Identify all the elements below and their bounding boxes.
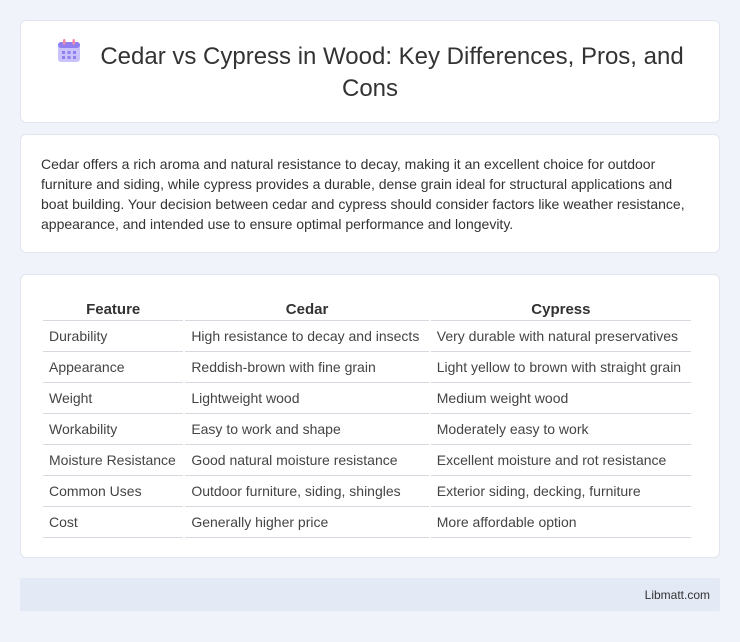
cell-feature: Appearance bbox=[43, 352, 184, 383]
cell-cedar: Lightweight wood bbox=[185, 383, 429, 414]
footer-site-link[interactable]: Libmatt.com bbox=[645, 588, 710, 602]
cell-feature: Moisture Resistance bbox=[43, 445, 184, 476]
cell-cedar: High resistance to decay and insects bbox=[185, 321, 429, 352]
cell-cedar: Easy to work and shape bbox=[185, 414, 429, 445]
table-row: Weight Lightweight wood Medium weight wo… bbox=[43, 383, 691, 414]
cell-cypress: Very durable with natural preservatives bbox=[430, 321, 691, 352]
cell-cedar: Outdoor furniture, siding, shingles bbox=[185, 476, 429, 507]
page-title: Cedar vs Cypress in Wood: Key Difference… bbox=[51, 38, 689, 103]
cell-cypress: More affordable option bbox=[430, 507, 691, 538]
comparison-table-card: Feature Cedar Cypress Durability High re… bbox=[20, 274, 720, 558]
table-row: Moisture Resistance Good natural moistur… bbox=[43, 445, 691, 476]
cell-feature: Workability bbox=[43, 414, 184, 445]
cell-cypress: Moderately easy to work bbox=[430, 414, 691, 445]
header-cedar: Cedar bbox=[185, 295, 429, 321]
cell-cedar: Reddish-brown with fine grain bbox=[185, 352, 429, 383]
table-row: Durability High resistance to decay and … bbox=[43, 321, 691, 352]
header-cypress: Cypress bbox=[430, 295, 691, 321]
comparison-table: Feature Cedar Cypress Durability High re… bbox=[41, 295, 693, 538]
table-row: Cost Generally higher price More afforda… bbox=[43, 507, 691, 538]
table-header-row: Feature Cedar Cypress bbox=[43, 295, 691, 321]
table-row: Common Uses Outdoor furniture, siding, s… bbox=[43, 476, 691, 507]
cell-feature: Weight bbox=[43, 383, 184, 414]
cell-cypress: Excellent moisture and rot resistance bbox=[430, 445, 691, 476]
page-title-text: Cedar vs Cypress in Wood: Key Difference… bbox=[100, 42, 684, 102]
header-feature: Feature bbox=[43, 295, 184, 321]
table-row: Appearance Reddish-brown with fine grain… bbox=[43, 352, 691, 383]
cell-cypress: Exterior siding, decking, furniture bbox=[430, 476, 691, 507]
table-row: Workability Easy to work and shape Moder… bbox=[43, 414, 691, 445]
summary-card: Cedar offers a rich aroma and natural re… bbox=[20, 134, 720, 253]
cell-feature: Cost bbox=[43, 507, 184, 538]
cell-cedar: Good natural moisture resistance bbox=[185, 445, 429, 476]
calendar-icon bbox=[56, 38, 82, 71]
cell-feature: Durability bbox=[43, 321, 184, 352]
cell-cypress: Medium weight wood bbox=[430, 383, 691, 414]
title-card: Cedar vs Cypress in Wood: Key Difference… bbox=[20, 20, 720, 123]
footer: Libmatt.com bbox=[20, 578, 720, 611]
cell-cypress: Light yellow to brown with straight grai… bbox=[430, 352, 691, 383]
cell-feature: Common Uses bbox=[43, 476, 184, 507]
cell-cedar: Generally higher price bbox=[185, 507, 429, 538]
summary-text: Cedar offers a rich aroma and natural re… bbox=[41, 156, 685, 232]
